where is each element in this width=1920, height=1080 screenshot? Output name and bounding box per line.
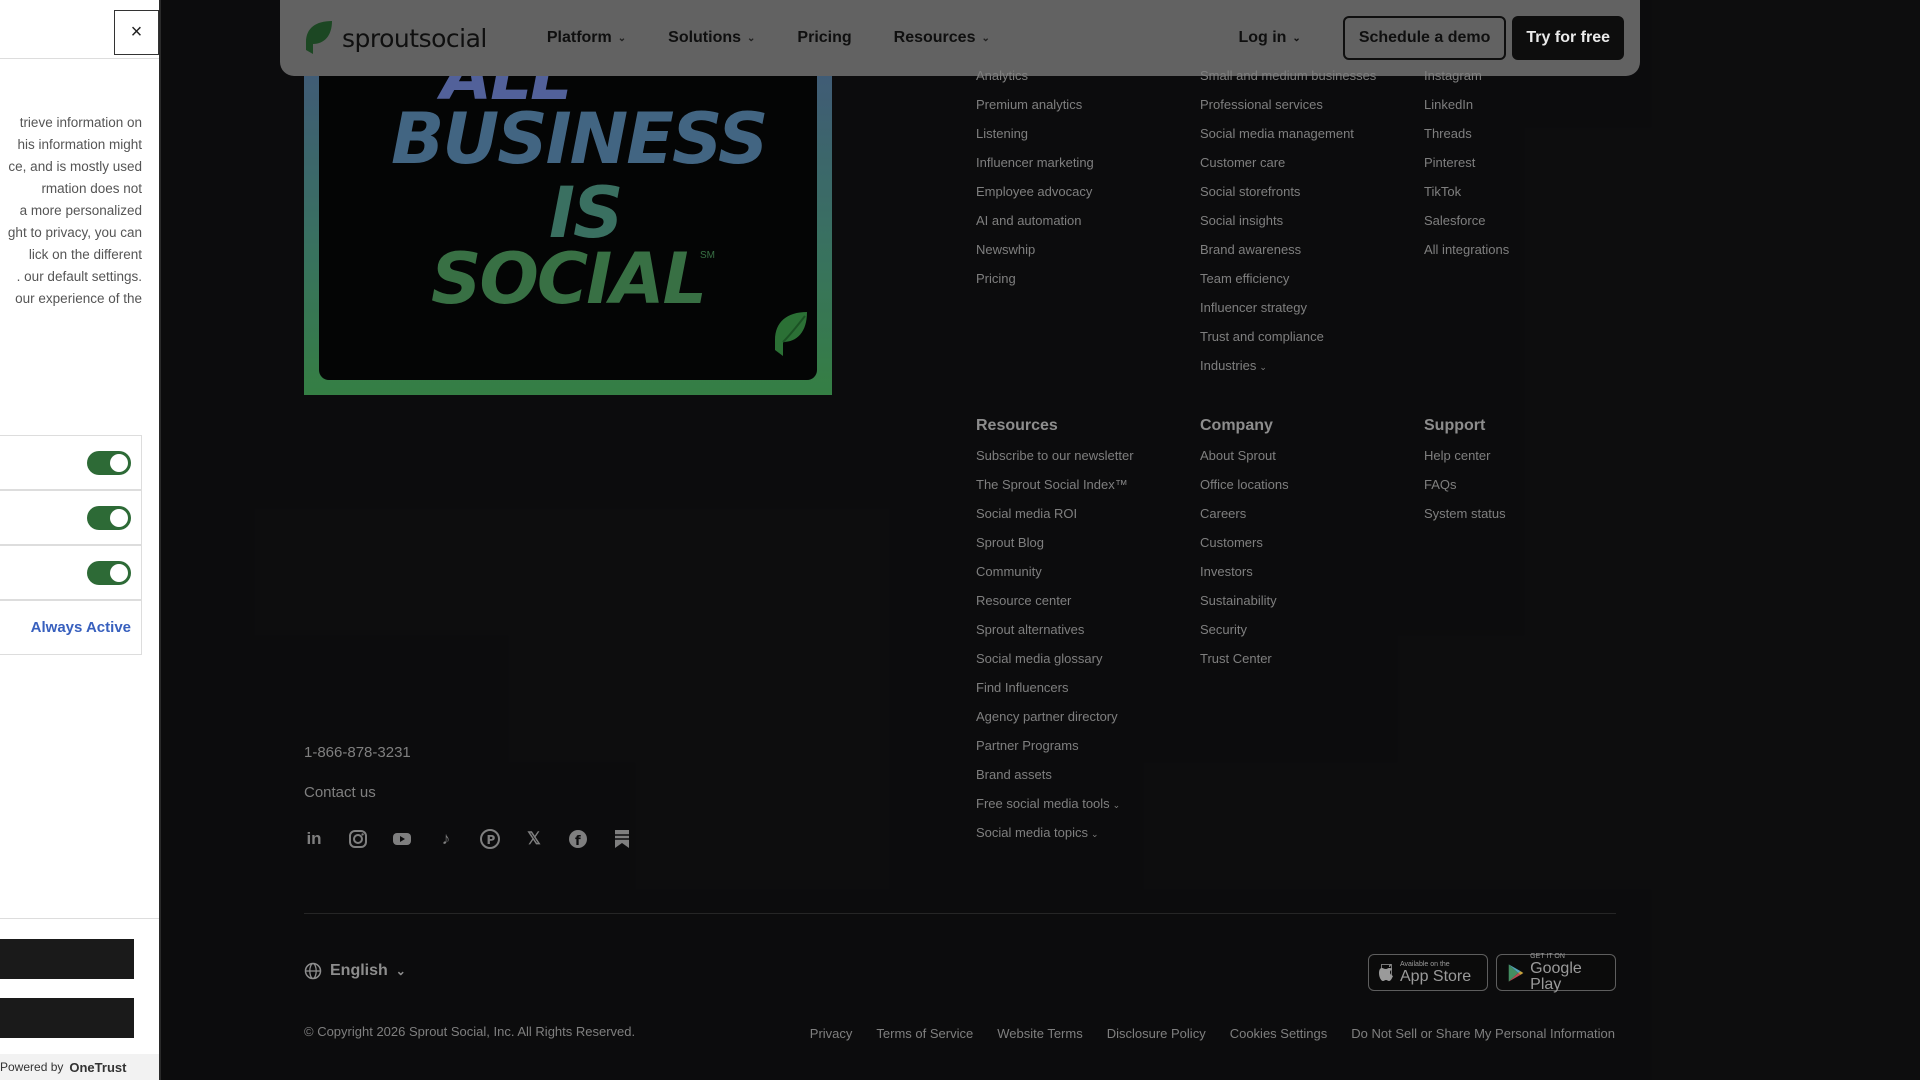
cookie-text-line: ght to privacy, you can	[7, 225, 142, 240]
cookie-description: trieve information on his information mi…	[0, 112, 142, 310]
cookie-category-row	[0, 545, 142, 600]
cookie-text-line: our experience of the	[15, 291, 142, 306]
cookie-toggle[interactable]	[87, 560, 131, 585]
cookie-toggle[interactable]	[87, 505, 131, 530]
cookie-text-line: a more personalized	[19, 203, 142, 218]
powered-by-onetrust[interactable]: Powered by OneTrust	[0, 1054, 159, 1080]
accept-all-button[interactable]	[0, 998, 134, 1038]
powered-by-label: Powered by	[0, 1060, 64, 1074]
cookie-text-line: rmation does not	[41, 181, 142, 196]
cookie-text-line: his information might	[17, 137, 142, 152]
cookie-preferences-panel: × trieve information on his information …	[0, 0, 159, 1080]
panel-header-divider	[0, 58, 159, 59]
onetrust-logo: OneTrust	[69, 1059, 127, 1075]
close-icon[interactable]: ×	[114, 10, 159, 55]
cookie-text-line: trieve information on	[19, 115, 142, 130]
cookie-text-line: . our default settings.	[16, 269, 142, 284]
modal-overlay[interactable]	[0, 0, 1920, 1080]
cookie-category-row	[0, 490, 142, 545]
panel-footer-divider	[0, 918, 159, 919]
cookie-text-line: ce, and is mostly used	[8, 159, 142, 174]
always-active-label: Always Active	[30, 619, 131, 636]
confirm-choices-button[interactable]	[0, 939, 134, 979]
cookie-toggle[interactable]	[87, 450, 131, 475]
cookie-text-line: lick on the different	[28, 247, 142, 262]
cookie-category-row: Always Active	[0, 600, 142, 655]
cookie-category-row	[0, 435, 142, 490]
panel-edge	[159, 0, 161, 1080]
